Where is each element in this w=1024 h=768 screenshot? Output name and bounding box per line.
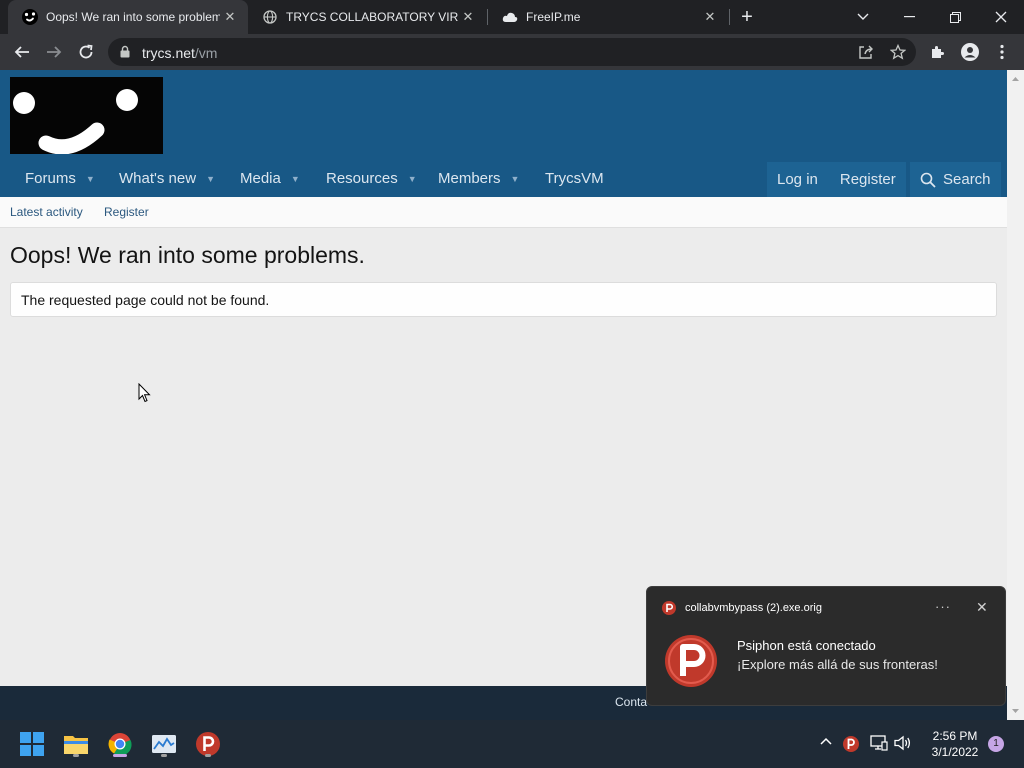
tab-title: TRYCS COLLABORATORY VIRTUA (286, 10, 458, 24)
network-icon[interactable] (870, 735, 888, 756)
caret-down-icon[interactable]: ▼ (291, 174, 300, 184)
nav-label: Resources (326, 170, 398, 187)
lock-icon[interactable] (120, 45, 130, 63)
login-register-group: Log in Register (767, 162, 906, 197)
globe-icon (262, 9, 278, 25)
tab-freeip[interactable]: FreeIP.me ✕ (488, 0, 728, 34)
more-options-icon[interactable]: ··· (935, 599, 951, 614)
latest-activity-link[interactable]: Latest activity (10, 205, 83, 219)
site-header: Forums ▼ What's new ▼ Media ▼ Resources ▼ Me… (0, 70, 1007, 197)
url-text: trycs.net/vm (142, 45, 217, 61)
search-label: Search (943, 171, 991, 188)
sub-register-link[interactable]: Register (104, 205, 149, 219)
show-hidden-icons-chevron-icon[interactable] (819, 734, 833, 753)
error-message: The requested page could not be found. (21, 292, 270, 308)
nav-whats-new[interactable]: What's new ▼ (119, 160, 215, 197)
active-indicator (113, 754, 127, 757)
mouse-cursor-icon (138, 382, 151, 408)
main-nav: Forums ▼ What's new ▼ Media ▼ Resources ▼ Me… (0, 160, 1007, 197)
taskbar: 2:56 PM 3/1/2022 1 (0, 720, 1024, 768)
site-logo[interactable] (10, 77, 163, 155)
running-indicator (73, 754, 79, 757)
tab-divider (729, 9, 730, 25)
tab-oops[interactable]: Oops! We ran into some problem ✕ (8, 0, 248, 34)
url-domain: trycs.net (142, 45, 195, 61)
caret-down-icon[interactable]: ▼ (511, 174, 520, 184)
windows-start-icon[interactable] (16, 728, 48, 760)
restore-icon[interactable] (932, 0, 978, 34)
tab-title: FreeIP.me (526, 10, 581, 24)
monitor-app-icon[interactable] (148, 728, 180, 760)
menu-kebab-icon[interactable] (990, 40, 1014, 64)
psiphon-tray-icon[interactable] (843, 736, 859, 757)
forward-icon[interactable] (42, 40, 66, 64)
tab-close-icon[interactable]: ✕ (700, 9, 720, 25)
notification-count-badge[interactable]: 1 (988, 736, 1004, 752)
new-tab-icon[interactable]: + (737, 7, 757, 27)
clock-time: 2:56 PM (932, 729, 978, 743)
share-icon[interactable] (854, 40, 878, 64)
file-explorer-icon[interactable] (60, 728, 92, 760)
smiley-favicon-icon (22, 9, 38, 25)
nav-trycsvm[interactable]: TrycsVM (545, 160, 604, 197)
profile-icon[interactable] (958, 40, 982, 64)
cloud-icon (502, 9, 518, 25)
reload-icon[interactable] (74, 40, 98, 64)
tab-title: Oops! We ran into some problem (46, 10, 220, 24)
notification-toast[interactable]: collabvmbypass (2).exe.orig ··· ✕ Psipho… (646, 586, 1006, 706)
clock-date: 3/1/2022 (931, 745, 979, 759)
nav-label: What's new (119, 170, 197, 187)
notification-body: ¡Explore más allá de sus fronteras! (737, 657, 938, 672)
nav-label: TrycsVM (545, 170, 604, 187)
search-button[interactable]: Search (910, 162, 1001, 197)
psiphon-small-icon (662, 601, 676, 620)
running-indicator (161, 754, 167, 757)
tab-trycs[interactable]: TRYCS COLLABORATORY VIRTUA ✕ (248, 0, 486, 34)
url-path: /vm (194, 45, 218, 61)
caret-down-icon[interactable]: ▼ (206, 174, 215, 184)
browser-tab-bar: Oops! We ran into some problem ✕ TRYCS C… (0, 0, 1024, 34)
nav-media[interactable]: Media ▼ (240, 160, 300, 197)
caret-down-icon[interactable]: ▼ (86, 174, 95, 184)
nav-label: Forums (25, 170, 76, 187)
login-link[interactable]: Log in (777, 171, 818, 188)
close-icon[interactable]: ✕ (976, 599, 988, 616)
search-icon (920, 172, 936, 188)
close-window-icon[interactable] (978, 0, 1024, 34)
footer-contact-link[interactable]: Conta (615, 695, 647, 709)
browser-toolbar: trycs.net/vm (0, 34, 1024, 70)
nav-label: Media (240, 170, 281, 187)
sub-nav: Latest activity Register (0, 197, 1007, 228)
running-indicator (205, 754, 211, 757)
address-bar[interactable]: trycs.net/vm (108, 38, 916, 66)
notification-title: Psiphon está conectado (737, 638, 876, 653)
nav-forums[interactable]: Forums ▼ (25, 160, 95, 197)
notification-app-name: collabvmbypass (2).exe.orig (685, 602, 822, 614)
nav-members[interactable]: Members ▼ (438, 160, 519, 197)
minimize-icon[interactable] (886, 0, 932, 34)
extensions-puzzle-icon[interactable] (926, 40, 950, 64)
volume-icon[interactable] (894, 735, 912, 756)
tab-search-chevron-icon[interactable] (840, 0, 886, 34)
caret-down-icon[interactable]: ▼ (408, 174, 417, 184)
psiphon-icon (665, 635, 717, 692)
taskbar-clock[interactable]: 2:56 PM 3/1/2022 (924, 728, 986, 760)
page-title: Oops! We ran into some problems. (10, 242, 365, 268)
psiphon-taskbar-icon[interactable] (192, 728, 224, 760)
error-message-box: The requested page could not be found. (10, 282, 997, 317)
chrome-icon[interactable] (104, 728, 136, 760)
back-icon[interactable] (10, 40, 34, 64)
register-link[interactable]: Register (840, 171, 896, 188)
tab-close-icon[interactable]: ✕ (458, 9, 478, 25)
nav-label: Members (438, 170, 501, 187)
page-scrollbar[interactable] (1007, 70, 1024, 720)
bookmark-star-icon[interactable] (886, 40, 910, 64)
tab-close-icon[interactable]: ✕ (220, 9, 240, 25)
nav-resources[interactable]: Resources ▼ (326, 160, 417, 197)
